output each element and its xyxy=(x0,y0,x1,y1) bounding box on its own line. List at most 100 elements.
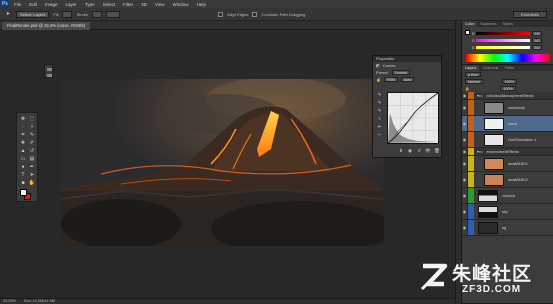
eyedropper-white-icon[interactable]: ✎ xyxy=(376,108,383,114)
collapsed-panel[interactable] xyxy=(44,64,53,78)
slider-r-track[interactable] xyxy=(476,32,530,35)
gradient-tool-icon[interactable]: ▤ xyxy=(28,156,36,163)
path-selection-tool-icon[interactable]: ➤ xyxy=(28,172,36,179)
healing-tool-icon[interactable]: ✚ xyxy=(19,140,27,147)
menu-edit[interactable]: Edit xyxy=(25,2,41,7)
fill-label: Fill xyxy=(53,11,59,17)
clip-to-layer-icon[interactable]: ⬇ xyxy=(398,148,404,154)
pen-tool-icon[interactable]: ✒ xyxy=(28,164,36,171)
slider-r-value[interactable]: 242 xyxy=(532,31,542,36)
menu-3d[interactable]: 3D xyxy=(137,2,151,7)
path-selection-tool-icon[interactable]: ➤ xyxy=(4,11,12,18)
tab-channels[interactable]: Channels xyxy=(479,65,501,71)
eyedropper-tool-icon[interactable]: ✎ xyxy=(28,132,36,139)
tab-styles[interactable]: Styles xyxy=(500,21,516,27)
actions-icon[interactable] xyxy=(47,74,52,77)
layer-row[interactable]: ◉ sky xyxy=(462,204,553,220)
auto-button[interactable]: Auto xyxy=(400,77,415,82)
view-previous-icon[interactable]: ◉ xyxy=(407,148,413,154)
align-edges-label: Align Edges xyxy=(227,11,249,17)
zoom-level[interactable]: 33.33% xyxy=(3,299,16,304)
eyedropper-black-icon[interactable]: ✎ xyxy=(376,92,383,98)
document-tab[interactable]: FinalRender.psd @ 33.3% (curve, RGB/8) xyxy=(2,22,91,30)
tab-swatches[interactable]: Swatches xyxy=(477,21,499,27)
slider-b[interactable]: B 242 xyxy=(462,44,553,51)
target-adjust-icon[interactable]: ☝ xyxy=(376,76,381,83)
channel-dropdown[interactable]: RGB xyxy=(383,77,398,82)
eyedropper-gray-icon[interactable]: ✎ xyxy=(376,100,383,106)
preset-dropdown[interactable]: Custom xyxy=(391,70,411,75)
layer-row[interactable]: ◉ luminosity xyxy=(462,100,553,116)
workspace-dropdown[interactable]: Essentials xyxy=(513,11,547,18)
eraser-tool-icon[interactable]: ▭ xyxy=(19,156,27,163)
hand-tool-icon[interactable]: ✋ xyxy=(28,180,36,187)
constrain-checkbox[interactable] xyxy=(252,11,258,17)
layer-color-label xyxy=(468,156,474,171)
quick-select-tool-icon[interactable]: ✧ xyxy=(28,124,36,131)
history-icon[interactable] xyxy=(47,68,52,71)
stroke-swatch[interactable] xyxy=(92,10,103,18)
pencil-icon[interactable]: ✏ xyxy=(376,124,383,130)
crop-tool-icon[interactable]: ⌗ xyxy=(19,132,27,139)
layer-kind-filter[interactable]: ρ Kind xyxy=(465,72,482,77)
layer-row-selected[interactable]: ◉ curve xyxy=(462,116,553,132)
stroke-width-field[interactable] xyxy=(106,10,121,18)
opacity-field[interactable]: 100% xyxy=(501,79,517,84)
layer-group-row[interactable]: ◉ ▾▭ colorAndAtmosphereEffects xyxy=(462,92,553,100)
menu-layer[interactable]: Layer xyxy=(62,2,81,7)
slider-g-track[interactable] xyxy=(476,39,530,42)
menu-help[interactable]: Help xyxy=(193,2,210,7)
menu-view[interactable]: View xyxy=(151,2,169,7)
layer-row[interactable]: ◉ volcano xyxy=(462,188,553,204)
align-edges-checkbox[interactable] xyxy=(218,11,224,17)
slider-g-value[interactable]: 242 xyxy=(532,38,542,43)
shape-tool-icon[interactable]: ■ xyxy=(19,180,27,187)
layer-row[interactable]: ◉ Hue/Saturation 1 xyxy=(462,132,553,148)
curves-graph[interactable] xyxy=(387,92,439,144)
folder-icon: ▾▭ xyxy=(477,150,483,154)
dodge-tool-icon[interactable]: ● xyxy=(19,164,27,171)
smooth-icon[interactable]: ≈ xyxy=(376,132,383,138)
reset-icon[interactable]: ↺ xyxy=(416,148,422,154)
lock-icon[interactable]: 🔒 xyxy=(465,87,469,91)
layer-row[interactable]: ◉ lavaMASK2 xyxy=(462,172,553,188)
tab-paths[interactable]: Paths xyxy=(501,65,517,71)
curve-points-icon[interactable]: ∿ xyxy=(376,116,383,122)
tab-color[interactable]: Color xyxy=(462,21,478,27)
slider-g[interactable]: G 242 xyxy=(462,37,553,44)
layer-color-label xyxy=(468,188,474,203)
menu-filter[interactable]: Filter xyxy=(119,2,137,7)
fill-swatch[interactable] xyxy=(62,10,73,18)
menu-window[interactable]: Window xyxy=(169,2,193,7)
layer-row[interactable]: ◉ bg xyxy=(462,220,553,236)
visibility-icon[interactable]: 👁 xyxy=(425,148,431,154)
slider-b-value[interactable]: 242 xyxy=(532,45,542,50)
slider-r[interactable]: R 242 xyxy=(462,30,553,37)
fill-field[interactable]: 100% xyxy=(500,86,516,91)
tab-layers[interactable]: Layers xyxy=(462,65,480,71)
layer-name: lavaMASK1 xyxy=(508,161,528,166)
layer-row[interactable]: ◉ lavaMASK1 xyxy=(462,156,553,172)
stamp-tool-icon[interactable]: ▲ xyxy=(19,148,27,155)
slider-b-track[interactable] xyxy=(476,46,530,49)
marquee-tool-icon[interactable]: ⬚ xyxy=(28,116,36,123)
layer-color-label xyxy=(468,132,474,147)
doc-size[interactable]: Doc: 12.2M/41.9M xyxy=(24,299,55,304)
properties-panel: Properties ◩ Curves Preset: Custom ☝ RGB… xyxy=(372,55,442,158)
menu-image[interactable]: Image xyxy=(41,2,62,7)
delete-icon[interactable]: 🗑 xyxy=(434,148,440,154)
move-tool-icon[interactable]: ✥ xyxy=(19,116,27,123)
foreground-color-swatch[interactable] xyxy=(20,189,27,196)
layer-group-row[interactable]: ◉ ▾▭ environmentEffects xyxy=(462,148,553,156)
menu-select[interactable]: Select xyxy=(99,2,120,7)
menu-file[interactable]: File xyxy=(10,2,25,7)
menu-type[interactable]: Type xyxy=(81,2,99,7)
blend-mode-dropdown[interactable]: Normal xyxy=(465,79,483,84)
type-tool-icon[interactable]: T xyxy=(19,172,27,179)
volcano-artwork[interactable] xyxy=(61,79,384,246)
brush-tool-icon[interactable]: ✐ xyxy=(28,140,36,147)
select-mode-dropdown[interactable]: Select: Layers xyxy=(16,10,50,18)
history-brush-tool-icon[interactable]: ↺ xyxy=(28,148,36,155)
lasso-tool-icon[interactable]: ◌ xyxy=(19,124,27,131)
color-spectrum-bar[interactable] xyxy=(466,54,550,62)
